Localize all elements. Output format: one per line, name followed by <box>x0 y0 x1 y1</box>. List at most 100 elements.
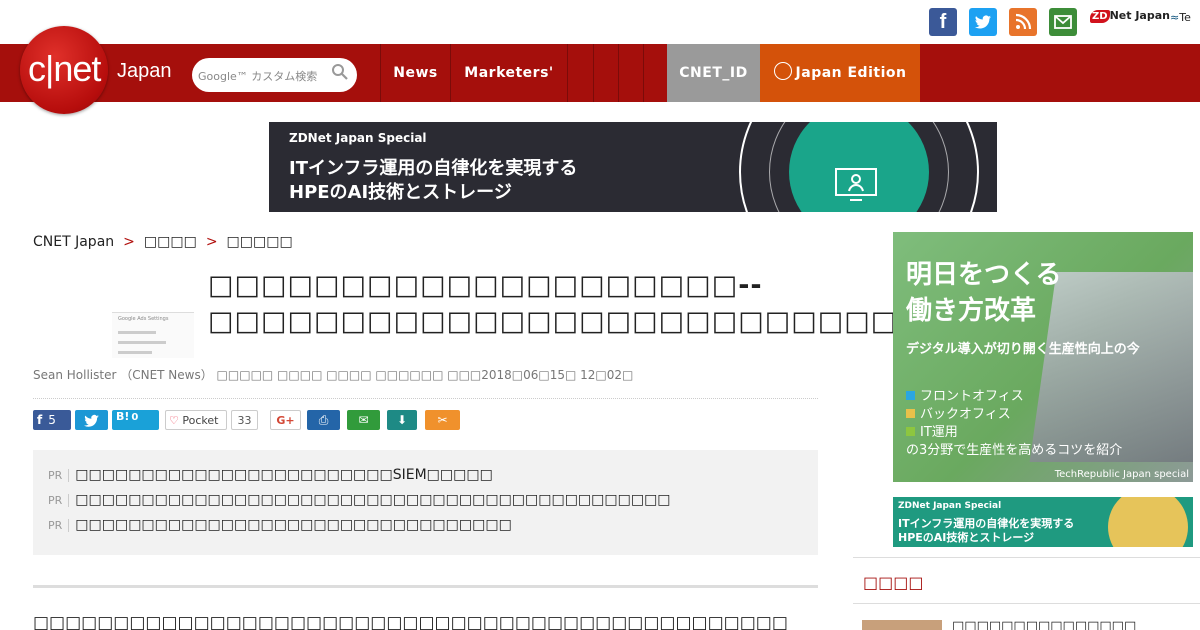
pr-link-text: □□□□□□□□□□□□□□□□□□□□□□□□□□□□□□□□□□□□□□□□… <box>75 492 671 508</box>
thumbnail-line <box>118 351 152 354</box>
byline-divider <box>33 398 818 399</box>
breadcrumb-home[interactable]: CNET Japan <box>33 234 114 250</box>
pr-link[interactable]: PR □□□□□□□□□□□□□□□□□□□□□□□□SIEM□□□□□ <box>48 467 493 483</box>
facebook-f-icon: f <box>37 413 43 427</box>
ad-footer: TechRepublic Japan special <box>1054 469 1189 480</box>
ad-list-item: IT運用 <box>906 421 958 440</box>
clip-icon: ✂ <box>437 413 448 427</box>
monitor-user-icon <box>835 168 877 201</box>
rss-glyph <box>1015 13 1032 30</box>
nav-marketers[interactable]: Marketers' <box>451 44 567 102</box>
search-placeholder: Google™ カスタム検索 <box>198 70 318 83</box>
ad-title-line-2: 働き方改革 <box>906 296 1037 326</box>
cnet-logo-text: c|net <box>28 48 101 89</box>
clip-button[interactable]: ✂ <box>425 410 460 430</box>
breadcrumb-separator: > <box>123 234 135 250</box>
save-button[interactable]: ⬇ <box>387 410 417 430</box>
search-input[interactable]: Google™ カスタム検索 <box>192 58 357 92</box>
pr-tag: PR <box>48 469 70 482</box>
sidebar-divider <box>853 557 1200 558</box>
pr-link-text: □□□□□□□□□□□□□□□□□□□□□□□□SIEM□□□□□ <box>75 467 493 483</box>
ad-title-line-1: 明日をつくる <box>906 260 1062 290</box>
twitter-share-button[interactable] <box>75 410 108 430</box>
banner-label: ZDNet Japan Special <box>289 131 427 145</box>
mail-share-button[interactable]: ✉ <box>347 410 380 430</box>
ad-list-text: IT運用 <box>920 425 958 440</box>
pocket-button[interactable]: ♡ Pocket <box>165 410 227 430</box>
thumbnail-line <box>118 331 156 334</box>
breadcrumb-category[interactable]: □□□□□ <box>227 234 293 250</box>
article-thumbnail: Google Ads Settings <box>112 312 194 358</box>
pocket-count: 33 <box>231 410 258 430</box>
sidebar-section-heading: □□□□ <box>863 573 924 592</box>
facebook-icon[interactable]: f <box>929 8 957 36</box>
zdnet-logo-text: Net Japan <box>1109 9 1170 22</box>
banner-headline-1: ITインフラ運用の自律化を実現する <box>289 158 578 179</box>
article-byline: Sean Hollister （CNET News） □□□□□ □□□□ □□… <box>33 368 634 382</box>
sidebar-item-thumbnail[interactable] <box>862 620 942 630</box>
nav-divider <box>593 44 594 102</box>
top-social-strip: f ZD Net Japan ≈Te <box>0 0 1200 44</box>
facebook-share-count: 5 <box>48 413 56 427</box>
ad-subtitle: デジタル導入が切り開く生産性向上の今 <box>906 342 1140 357</box>
pr-link[interactable]: PR □□□□□□□□□□□□□□□□□□□□□□□□□□□□□□□□□ <box>48 517 512 533</box>
ad2-label: ZDNet Japan Special <box>898 501 1002 511</box>
sidebar-ad-zdnet[interactable]: ZDNet Japan Special ITインフラ運用の自律化を実現する HP… <box>893 497 1193 547</box>
print-button[interactable]: ⎙ <box>307 410 340 430</box>
twitter-bird-icon <box>975 15 991 29</box>
bullet-square-icon <box>906 409 915 418</box>
breadcrumb-separator: > <box>205 234 218 250</box>
pr-tag: PR <box>48 494 70 507</box>
banner-headline-2: HPEのAI技術とストレージ <box>289 182 512 203</box>
ad-list-text: バックオフィス <box>920 407 1011 422</box>
print-icon: ⎙ <box>318 413 329 427</box>
breadcrumb-section[interactable]: □□□□ <box>144 234 197 250</box>
article-title: □□□□□□□□□□□□□□□□□□□□--□□□□□□□□□□□□□□□□□□… <box>208 270 898 337</box>
pr-links-box: PR □□□□□□□□□□□□□□□□□□□□□□□□SIEM□□□□□ PR □□… <box>33 450 818 555</box>
ad-circle-decoration <box>1108 497 1188 547</box>
nav-divider <box>643 44 644 102</box>
cnet-logo[interactable]: c|net <box>20 26 108 114</box>
thumbnail-caption: Google Ads Settings <box>118 316 169 322</box>
techrepublic-logo-text: Te <box>1179 11 1191 24</box>
pocket-icon: ♡ <box>169 414 179 427</box>
zdnet-japan-logo[interactable]: ZD Net Japan <box>1090 9 1170 23</box>
ad-list-item: バックオフィス <box>906 403 1011 422</box>
nav-news[interactable]: News <box>381 44 450 102</box>
thumbnail-line <box>118 341 166 344</box>
twitter-icon[interactable] <box>969 8 997 36</box>
main-header <box>0 44 1200 102</box>
hatena-count: 0 <box>131 412 139 423</box>
techrepublic-logo[interactable]: ≈Te <box>1170 11 1191 24</box>
sidebar-item-title[interactable]: □□□□□□□□□□□□□□□ <box>952 619 1136 630</box>
nav-japan-edition[interactable]: Japan Edition <box>760 44 920 102</box>
hatena-bookmark-button[interactable]: B! 0 <box>112 410 159 430</box>
pr-link[interactable]: PR □□□□□□□□□□□□□□□□□□□□□□□□□□□□□□□□□□□□□□… <box>48 492 671 508</box>
zdnet-logo-mark: ZD <box>1090 10 1110 23</box>
bullet-square-icon <box>906 427 915 436</box>
facebook-share-button[interactable]: f5 <box>33 410 71 430</box>
rss-icon[interactable] <box>1009 8 1037 36</box>
ad-list-text: フロントオフィス <box>920 389 1024 404</box>
article-body-first-line: □□□□□□□□□□□□□□□□□□□□□□□□□□□□□□□□□□□□□□□□… <box>33 613 788 630</box>
top-banner-ad[interactable]: ZDNet Japan Special ITインフラ運用の自律化を実現する HP… <box>269 122 997 212</box>
ad-list-item: フロントオフィス <box>906 385 1024 404</box>
google-plus-button[interactable]: G+ <box>270 410 301 430</box>
edition-chevron-icon <box>773 62 792 80</box>
mail-icon[interactable] <box>1049 8 1077 36</box>
nav-divider <box>618 44 619 102</box>
mail-share-icon: ✉ <box>358 413 369 427</box>
hatena-label: B! <box>116 410 130 423</box>
bullet-square-icon <box>906 391 915 400</box>
search-icon[interactable] <box>331 63 349 81</box>
article-divider <box>33 585 818 588</box>
pr-link-text: □□□□□□□□□□□□□□□□□□□□□□□□□□□□□□□□□ <box>75 517 512 533</box>
nav-cnet-id[interactable]: CNET_ID <box>667 44 760 102</box>
sidebar-ad-workstyle[interactable]: 明日をつくる 働き方改革 デジタル導入が切り開く生産性向上の今 フロントオフィス … <box>893 232 1193 482</box>
pr-tag: PR <box>48 519 70 532</box>
ad-title: 明日をつくる 働き方改革 <box>906 257 1061 329</box>
ad2-line-2: HPEのAI技術とストレージ <box>898 531 1035 544</box>
twitter-share-icon <box>83 414 99 427</box>
sidebar-divider <box>853 603 1200 604</box>
pocket-label: Pocket <box>182 414 219 427</box>
